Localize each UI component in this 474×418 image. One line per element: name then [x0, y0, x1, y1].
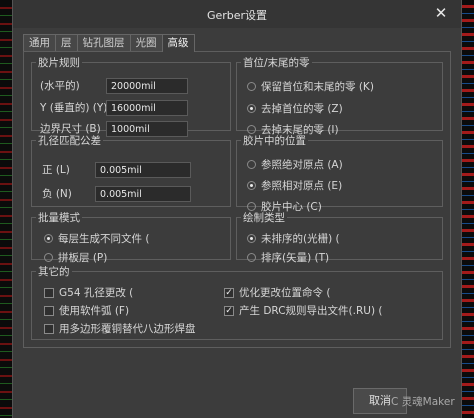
checkbox-g54[interactable]: G54 孔径更改 ( [44, 285, 133, 300]
radio-suppress-leading[interactable]: 去掉首位的零 (Z) [247, 101, 343, 116]
tab-general[interactable]: 通用 [23, 34, 56, 51]
dialog-title: Gerber设置 [206, 9, 268, 22]
radio-panelize-layers[interactable]: 拼板层 (P) [44, 250, 107, 265]
radio-keep-zeros[interactable]: 保留首位和末尾的零 (K) [247, 79, 374, 94]
film-x-label: (水平的) [40, 80, 80, 92]
film-rules-group: 胶片规则 (水平的) Y (垂直的) (Y) 边界尺寸 (B) [31, 55, 231, 137]
radio-dot [247, 253, 256, 262]
tab-advanced[interactable]: 高级 [161, 34, 195, 52]
checkbox-polygon-pads[interactable]: 用多边形覆铜替代八边形焊盘 [44, 321, 196, 336]
zeros-legend: 首位/末尾的零 [243, 57, 310, 69]
radio-label: 每层生成不同文件 ( [58, 233, 150, 245]
film-y-input[interactable] [106, 100, 188, 116]
radio-absolute-origin[interactable]: 参照绝对原点 (A) [247, 157, 343, 172]
aperture-tolerance-group: 孔径匹配公差 正 (L) 负 (N) [31, 133, 231, 207]
radio-relative-origin[interactable]: 参照相对原点 (E) [247, 178, 342, 193]
checkbox-box [44, 323, 54, 334]
film-rules-legend: 胶片规则 [38, 57, 80, 69]
batch-mode-legend: 批量模式 [38, 212, 80, 224]
radio-label: 排序(矢量) (T) [261, 252, 330, 264]
other-group: 其它的 G54 孔径更改 ( 使用软件弧 (F) 用多边形覆铜替代八边形焊盘 ✓… [31, 264, 443, 340]
pcb-background-right [462, 0, 474, 418]
radio-dot [247, 82, 256, 91]
checkbox-label: G54 孔径更改 ( [59, 287, 134, 299]
radio-label: 参照绝对原点 (A) [261, 159, 343, 171]
checkbox-label: 使用软件弧 (F) [59, 305, 130, 317]
radio-dot [247, 181, 256, 190]
zeros-group: 首位/末尾的零 保留首位和末尾的零 (K) 去掉首位的零 (Z) 去掉末尾的零 … [236, 55, 443, 136]
checkbox-optimize-position[interactable]: ✓ 优化更改位置命令 ( [224, 285, 330, 300]
radio-dot [44, 253, 53, 262]
radio-dot [44, 234, 53, 243]
checkbox-label: 用多边形覆铜替代八边形焊盘 [59, 323, 196, 335]
radio-separate-files[interactable]: 每层生成不同文件 ( [44, 231, 149, 246]
aperture-tolerance-legend: 孔径匹配公差 [38, 135, 101, 147]
radio-sorted-vector[interactable]: 排序(矢量) (T) [247, 250, 329, 265]
radio-dot [247, 104, 256, 113]
film-position-legend: 胶片中的位置 [243, 135, 306, 147]
plot-type-group: 绘制类型 未排序的(光栅) ( 排序(矢量) (T) [236, 210, 443, 264]
tab-drill-drawing[interactable]: 钻孔图层 [76, 34, 131, 51]
film-position-group: 胶片中的位置 参照绝对原点 (A) 参照相对原点 (E) 胶片中心 (C) [236, 133, 443, 213]
checkbox-software-arcs[interactable]: 使用软件弧 (F) [44, 303, 129, 318]
tolerance-plus-input[interactable] [95, 162, 191, 178]
watermark-text: C 灵魂Maker [391, 396, 455, 408]
film-y-label: Y (垂直的) (Y) [40, 102, 108, 114]
radio-label: 未排序的(光栅) ( [261, 233, 340, 245]
checkbox-label: 优化更改位置命令 ( [239, 287, 331, 299]
radio-label: 参照相对原点 (E) [261, 180, 343, 192]
checkbox-label: 产生 DRC规则导出文件(.RU) ( [239, 305, 383, 317]
pcb-background-left [0, 0, 12, 418]
radio-dot [247, 234, 256, 243]
film-x-input[interactable] [106, 78, 188, 94]
radio-label: 去掉首位的零 (Z) [261, 103, 343, 115]
tolerance-plus-label: 正 (L) [42, 164, 70, 176]
advanced-panel: 胶片规则 (水平的) Y (垂直的) (Y) 边界尺寸 (B) 首位/末尾的零 … [23, 51, 451, 348]
check-icon: ✓ [224, 305, 234, 316]
radio-unsorted-raster[interactable]: 未排序的(光栅) ( [247, 231, 340, 246]
gerber-settings-dialog: Gerber设置 ✕ 通用 层 钻孔图层 光圈 高级 胶片规则 (水平的) Y … [12, 0, 462, 418]
radio-label: 拼板层 (P) [58, 252, 108, 264]
close-icon[interactable]: ✕ [431, 3, 451, 23]
checkbox-box [44, 287, 54, 298]
batch-mode-group: 批量模式 每层生成不同文件 ( 拼板层 (P) [31, 210, 231, 264]
checkbox-drc-export[interactable]: ✓ 产生 DRC规则导出文件(.RU) ( [224, 303, 382, 318]
tolerance-minus-input[interactable] [95, 186, 191, 202]
check-icon: ✓ [224, 287, 234, 298]
tab-apertures[interactable]: 光圈 [129, 34, 163, 51]
tab-bar: 通用 层 钻孔图层 光圈 高级 [23, 34, 195, 52]
title-bar: Gerber设置 ✕ [13, 0, 461, 28]
tolerance-minus-label: 负 (N) [42, 188, 72, 200]
plot-type-legend: 绘制类型 [243, 212, 285, 224]
radio-label: 保留首位和末尾的零 (K) [261, 81, 374, 93]
radio-dot [247, 160, 256, 169]
other-legend: 其它的 [38, 266, 70, 278]
checkbox-box [44, 305, 54, 316]
tab-layers[interactable]: 层 [55, 34, 78, 51]
